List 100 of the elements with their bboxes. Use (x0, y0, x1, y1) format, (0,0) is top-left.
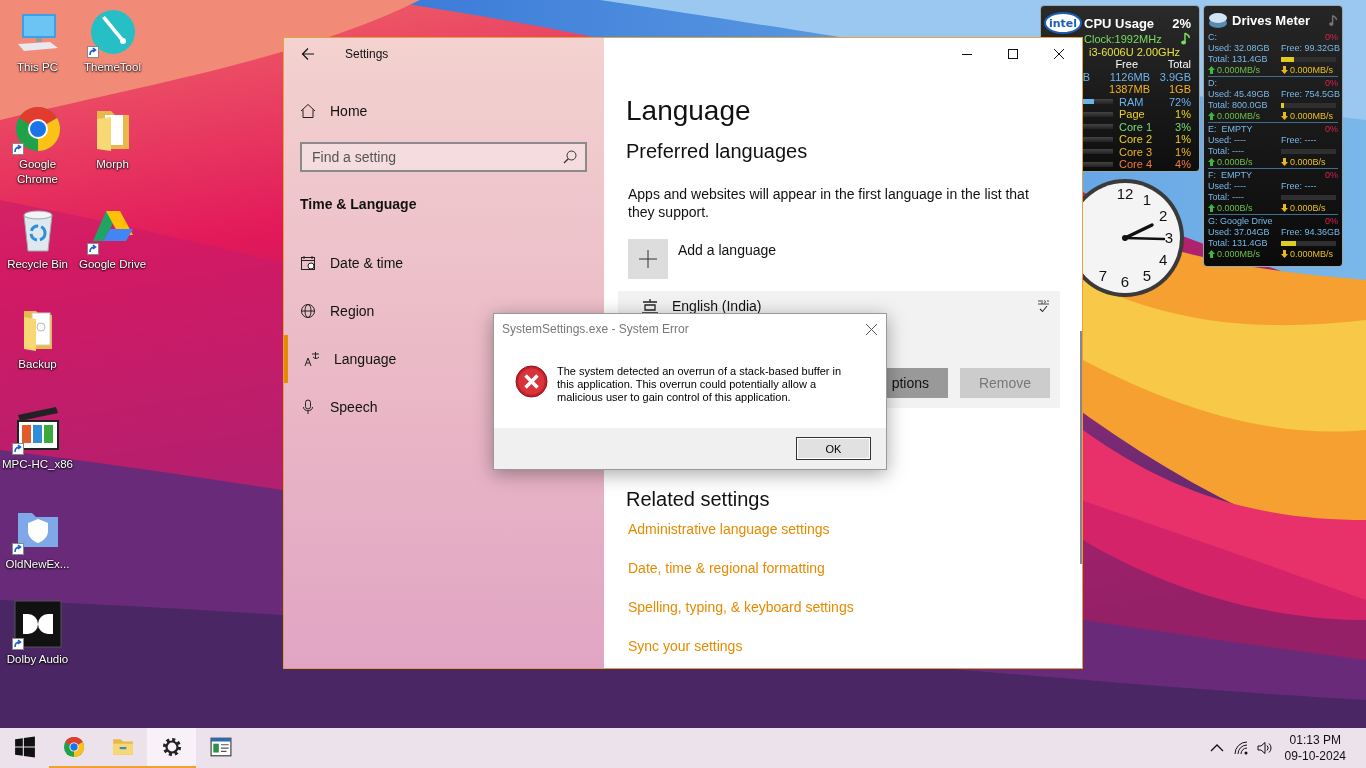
column-header: Total (1166, 58, 1191, 71)
download-speed: 0.000B/s (1290, 202, 1326, 214)
down-arrow-icon (1281, 250, 1288, 258)
clock-date[interactable]: 09-10-2024 (1284, 748, 1346, 764)
error-icon (515, 365, 548, 398)
drive-used: Used: ---- (1208, 180, 1247, 192)
meter-label: Page (1118, 108, 1146, 121)
add-language-label[interactable]: Add a language (678, 242, 777, 258)
drive-total: Total: ---- (1208, 145, 1245, 157)
app-window-icon (209, 736, 232, 758)
up-arrow-icon (1208, 204, 1215, 212)
up-arrow-icon (1208, 158, 1215, 166)
widget-title: Drives Meter (1232, 12, 1312, 28)
up-arrow-icon (1208, 250, 1215, 258)
down-arrow-icon (1281, 112, 1288, 120)
desktop-icon-label[interactable]: Google Drive (75, 257, 150, 272)
meter-value: 72% (1168, 95, 1191, 108)
desktop-icon-label[interactable]: Morph (75, 157, 150, 172)
download-speed: 0.000MB/s (1290, 248, 1334, 260)
windows-logo-icon (13, 736, 36, 758)
down-arrow-icon (1281, 66, 1288, 74)
upload-speed: 0.000MB/s (1217, 64, 1261, 76)
desktop-icon-label[interactable]: Backup (0, 357, 75, 372)
intel-logo: intel (1044, 12, 1082, 34)
drive-used: Used: 45.49GB (1208, 88, 1271, 100)
meter-value: 1% (1175, 133, 1191, 146)
language-name: English (India) (672, 298, 762, 314)
description-text: Apps and websites will appear in the first language in the list that they support. (627, 185, 1030, 221)
meter-label: Core 2 (1118, 133, 1154, 146)
meter-label: RAM (1118, 95, 1145, 108)
memory-total: 3.9GB (1158, 70, 1191, 83)
plus-icon (639, 250, 657, 268)
desktop-icon-label[interactable]: Dolby Audio (0, 652, 75, 667)
download-speed: 0.000B/s (1290, 156, 1326, 168)
drive-percent: 0% (1325, 169, 1338, 181)
speaker-icon[interactable] (1256, 740, 1273, 756)
upload-speed: 0.000B/s (1217, 156, 1253, 168)
window-title: Settings (345, 47, 389, 61)
add-language-button[interactable] (628, 239, 668, 279)
drive-usage-bar (1281, 56, 1336, 62)
column-header: Free (1114, 58, 1139, 71)
ok-button[interactable]: OK (796, 437, 871, 460)
meter-value: 1% (1175, 108, 1191, 121)
cpu-percent: 2% (1172, 15, 1191, 31)
chrome-icon (13, 105, 62, 153)
drive-name: C: (1208, 31, 1218, 43)
meter-label: Core 3 (1118, 145, 1154, 158)
drive-free: Free: ---- (1281, 134, 1318, 146)
drive-used: Used: 32.08GB (1208, 42, 1271, 54)
calendar-icon (300, 255, 316, 271)
down-arrow-icon (1281, 158, 1288, 166)
nav-item[interactable]: Date & time (284, 239, 604, 287)
globe-icon (300, 303, 316, 319)
close-icon (1054, 49, 1064, 59)
up-arrow-icon (1208, 112, 1215, 120)
section-heading: Preferred languages (626, 139, 808, 164)
shortcut-arrow-icon (86, 46, 99, 58)
shortcut-arrow-icon (11, 543, 24, 555)
drive-name: G: Google Drive (1208, 215, 1274, 227)
drive-percent: 0% (1325, 215, 1338, 227)
section-heading: Related settings (626, 487, 770, 512)
clock-numeral: 4 (1158, 251, 1168, 268)
desktop-icon-label[interactable]: MPC-HC_x86 (0, 457, 75, 472)
gear-icon (160, 736, 183, 758)
desktop-icon-label[interactable]: Google Chrome (0, 157, 75, 187)
drive-total: Total: 800.0GB (1208, 99, 1269, 111)
memory-free: 1126MB (1108, 70, 1150, 83)
drive-percent: 0% (1325, 77, 1338, 89)
chrome-icon (62, 736, 85, 758)
maximize-icon (1008, 49, 1018, 59)
meter-value: 4% (1175, 158, 1191, 171)
folder-icon (111, 736, 134, 758)
drive-percent: 0% (1325, 31, 1338, 43)
meter-value: 1% (1175, 145, 1191, 158)
clock-speed: Clock:1992MHz (1084, 32, 1162, 45)
shortcut-arrow-icon (86, 243, 99, 255)
meter-label: Core 4 (1118, 158, 1154, 171)
wifi-icon[interactable] (1232, 740, 1249, 756)
disk-drive-icon (1208, 11, 1228, 29)
shortcut-arrow-icon (11, 143, 24, 155)
dolby-icon (13, 600, 62, 648)
desktop-icon-label[interactable]: OldNewEx... (0, 557, 75, 572)
drive-name: F: EMPTY (1208, 169, 1253, 181)
drive-free: Free: 754.5GB (1281, 88, 1341, 100)
shortcut-arrow-icon (11, 638, 24, 650)
home-nav-item[interactable]: Home (284, 99, 604, 123)
desktop-icon-label[interactable]: Recycle Bin (0, 257, 75, 272)
memory-value: B (1082, 70, 1090, 83)
scrollbar[interactable] (1080, 331, 1082, 564)
meter-value: 3% (1175, 120, 1191, 133)
clock-numeral: 12 (1116, 185, 1134, 202)
search-field[interactable]: Find a setting (300, 142, 587, 172)
back-arrow-icon[interactable] (301, 47, 315, 61)
drive-usage-bar (1281, 240, 1336, 246)
drive-name: D: (1208, 77, 1218, 89)
gear-taskbar-button[interactable] (147, 728, 196, 768)
drive-percent: 0% (1325, 123, 1338, 135)
clock-numeral: 2 (1158, 207, 1168, 224)
clock-time[interactable]: 01:13 PM (1289, 732, 1341, 748)
upload-speed: 0.000MB/s (1217, 110, 1261, 122)
